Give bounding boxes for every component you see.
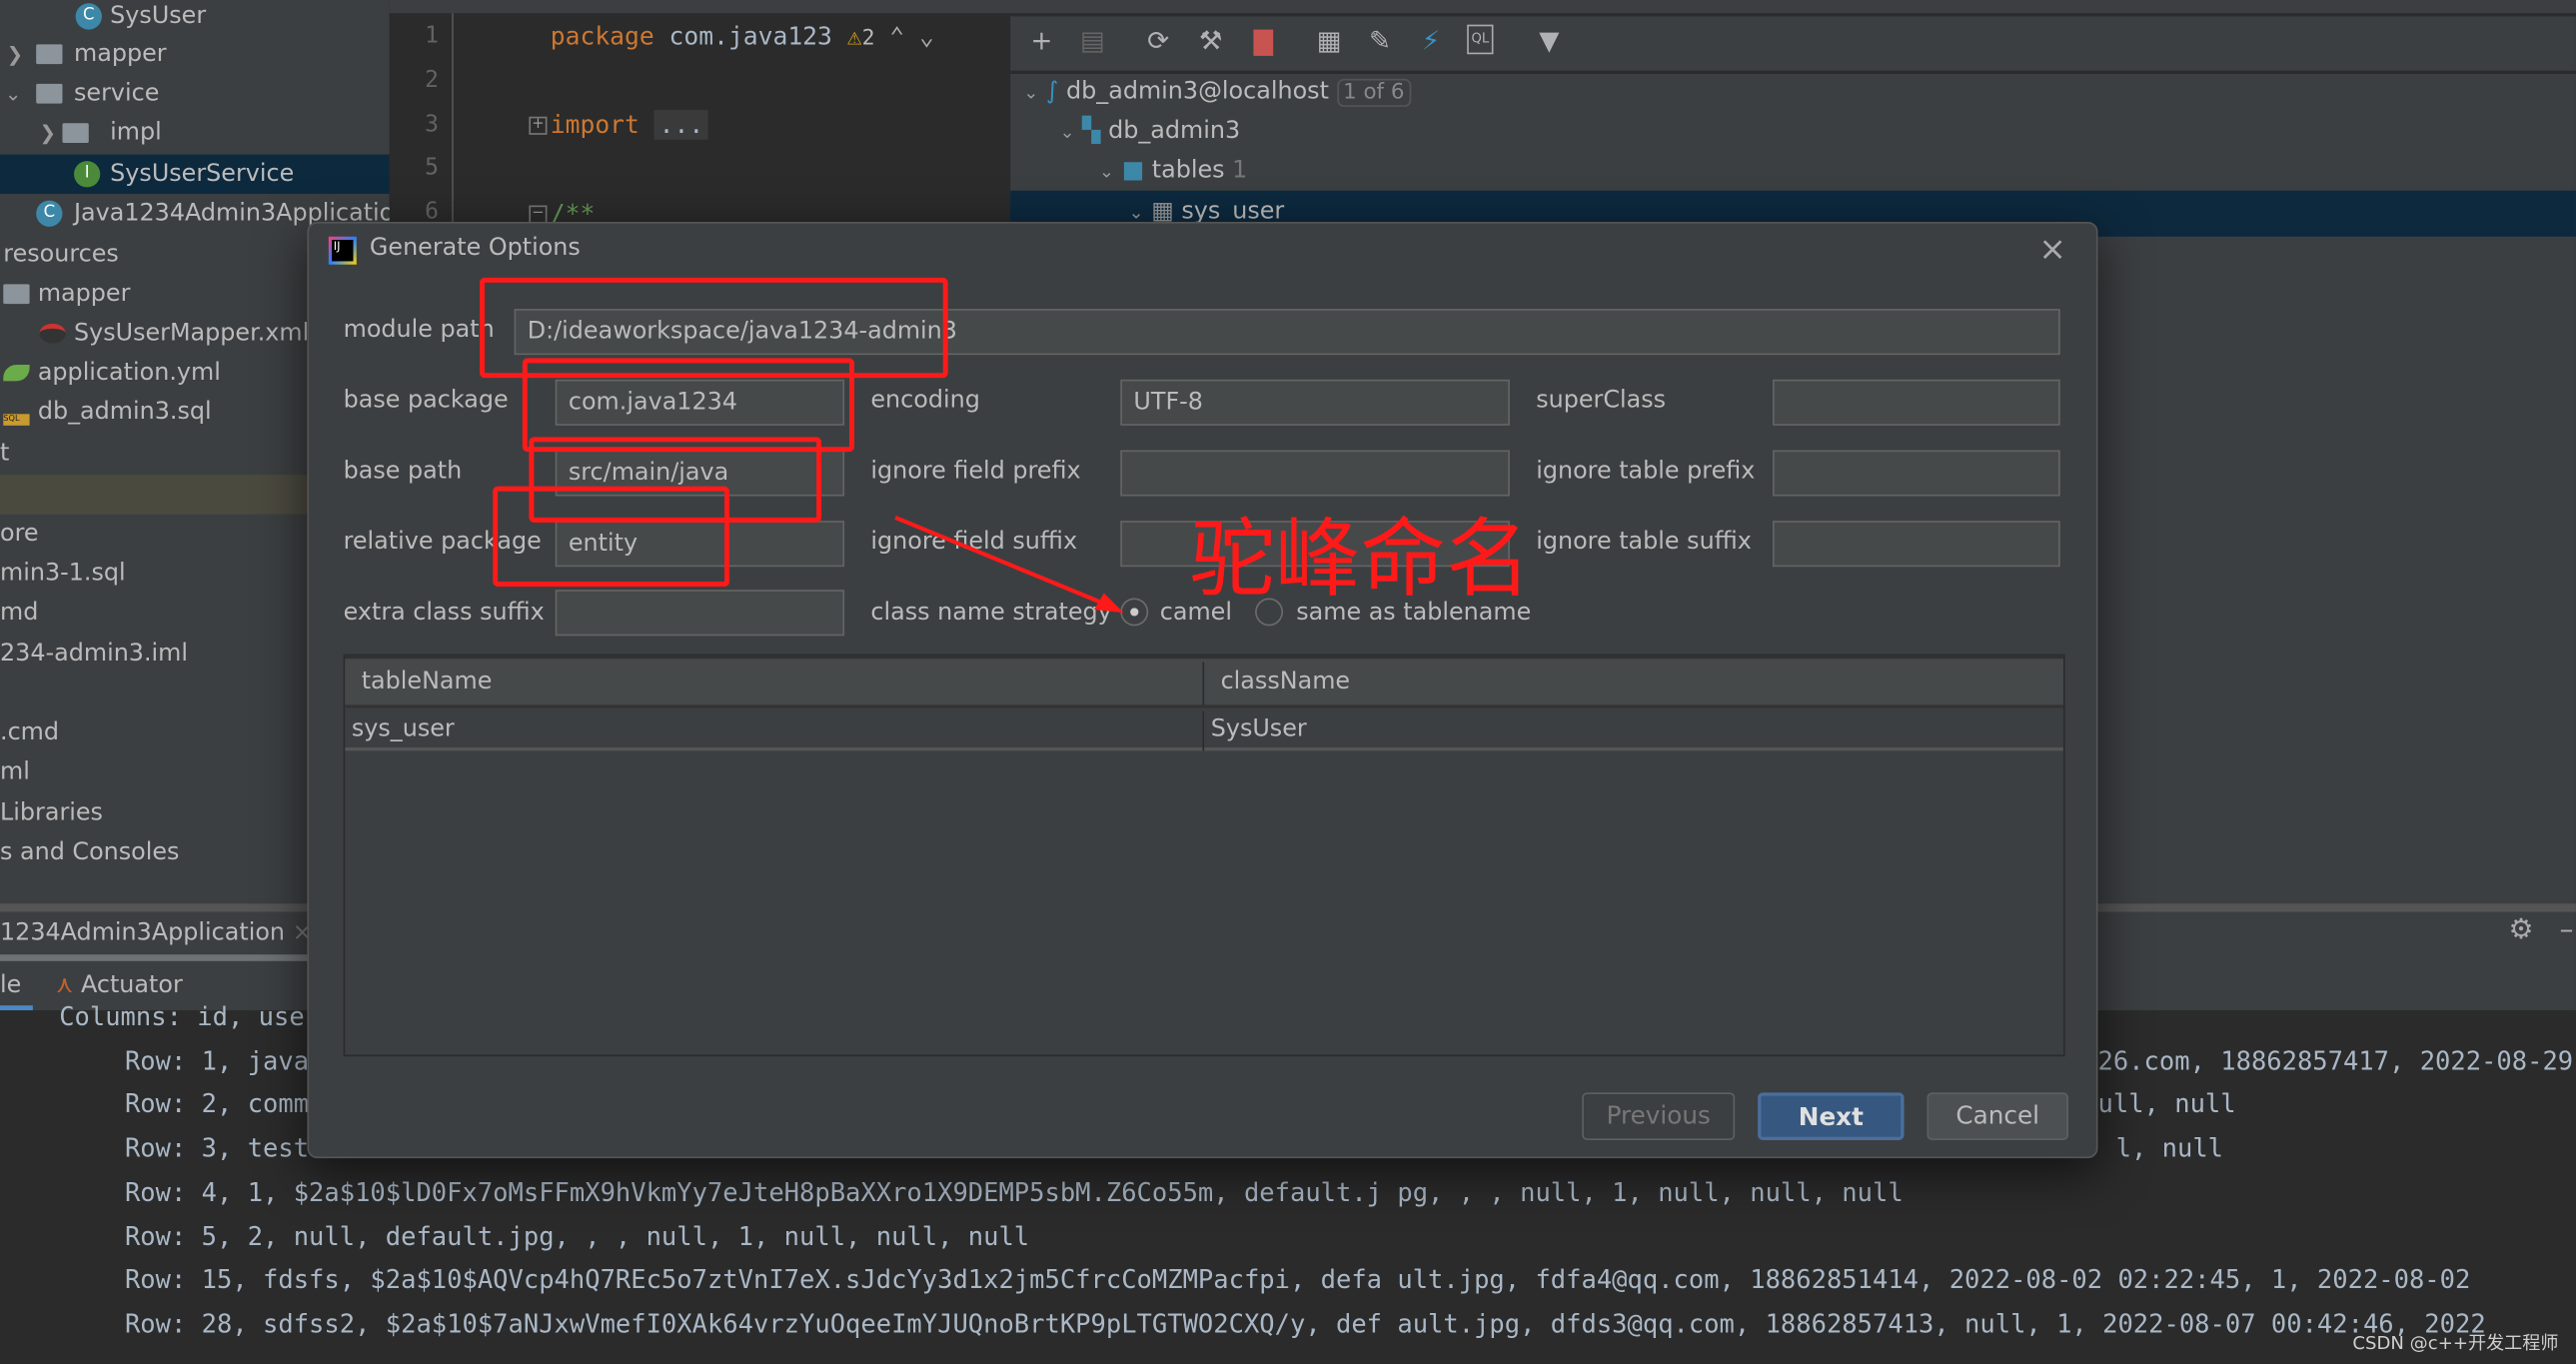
watermark: CSDN @c++开发工程师 (2352, 1332, 2559, 1354)
annotation-text: 驼峰命名 (1189, 511, 1532, 610)
annotation-arrow (894, 515, 1124, 614)
